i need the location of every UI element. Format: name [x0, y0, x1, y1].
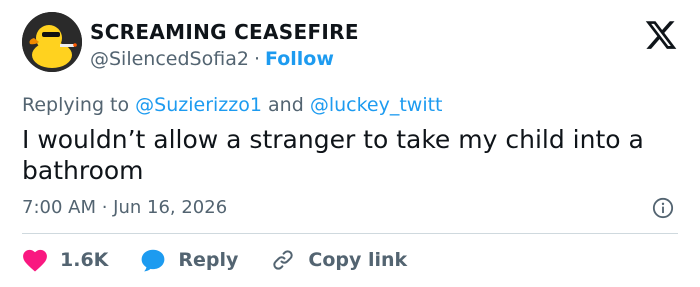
author-display-name[interactable]: SCREAMING CEASEFIRE: [90, 20, 359, 44]
author-handle[interactable]: @SilencedSofia2: [90, 48, 249, 70]
tweet-timestamp[interactable]: 7:00 AM · Jun 16, 2026: [22, 197, 227, 218]
tweet-card: SCREAMING CEASEFIRE @SilencedSofia2 · Foll…: [0, 0, 700, 287]
reply-bubble-icon: [142, 249, 165, 272]
like-button[interactable]: 1.6K: [22, 248, 108, 272]
link-icon: [273, 250, 294, 270]
copy-link-label: Copy link: [308, 249, 408, 271]
mention-link-2[interactable]: @luckey_twitt: [310, 94, 443, 116]
reply-prefix: Replying to: [22, 94, 130, 116]
follow-button[interactable]: Follow: [265, 48, 334, 70]
tweet-text: I wouldn’t allow a stranger to take my c…: [22, 125, 644, 185]
avatar[interactable]: [22, 12, 82, 72]
duck-avatar-icon: [22, 12, 82, 72]
info-icon[interactable]: [652, 197, 674, 219]
heart-icon: [23, 249, 47, 272]
separator-dot: ·: [253, 48, 260, 70]
mention-link-1[interactable]: @Suzierizzo1: [135, 94, 262, 116]
reply-label: Reply: [178, 249, 239, 271]
divider: [22, 233, 678, 234]
x-logo-icon[interactable]: [644, 18, 678, 52]
author-handle-row: @SilencedSofia2 · Follow: [90, 48, 334, 70]
reply-conjunction: and: [268, 94, 304, 116]
copy-link-button[interactable]: Copy link: [270, 248, 407, 272]
action-bar: 1.6K Reply Copy link: [22, 246, 439, 274]
reply-button[interactable]: Reply: [140, 248, 238, 272]
reply-context: Replying to @Suzierizzo1 and @luckey_twi…: [22, 94, 443, 116]
like-count: 1.6K: [60, 249, 109, 271]
